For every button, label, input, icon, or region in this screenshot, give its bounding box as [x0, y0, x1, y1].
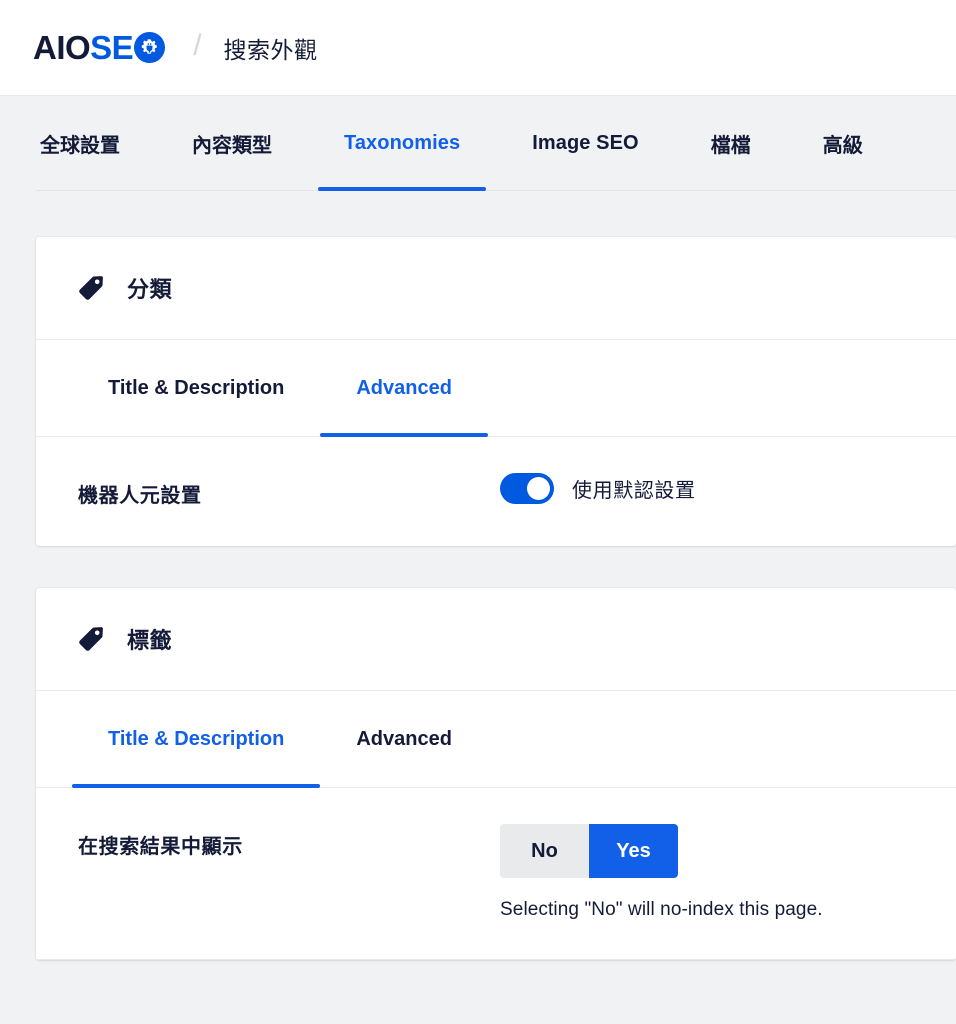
card-tab-label: Title & Description	[108, 376, 285, 399]
settings-content: 分類 Title & Description Advanced 機器人元設置 使…	[0, 191, 956, 960]
card-tags: 標籤 Title & Description Advanced 在搜索結果中顯示…	[36, 588, 956, 960]
tab-label: Taxonomies	[344, 132, 461, 154]
tab-archives[interactable]: 檔檔	[707, 96, 755, 191]
logo-text-aio: AIO	[33, 29, 91, 66]
setting-row-show-in-search-results: 在搜索結果中顯示 No Yes Selecting "No" will no-i…	[36, 788, 956, 959]
segment-label: No	[531, 839, 558, 862]
tab-label: 高級	[822, 135, 863, 157]
card-tab-advanced[interactable]: Advanced	[320, 340, 488, 437]
tab-global-settings[interactable]: 全球設置	[36, 96, 124, 191]
tag-icon	[78, 275, 104, 301]
setting-control: No Yes Selecting "No" will no-index this…	[500, 824, 914, 921]
card-title: 分類	[127, 277, 173, 302]
tag-icon	[78, 626, 104, 652]
segment-no[interactable]: No	[500, 824, 589, 878]
logo-text: AIO SE	[33, 29, 166, 66]
help-text: Selecting "No" will no-index this page.	[500, 899, 823, 920]
tab-label: 內容類型	[192, 135, 272, 157]
gear-plug-icon	[134, 32, 166, 63]
segment-label: Yes	[616, 839, 651, 862]
setting-label: 在搜索結果中顯示	[78, 836, 243, 858]
card-tab-label: Advanced	[356, 376, 452, 399]
card-tab-label: Title & Description	[108, 727, 285, 750]
setting-control: 使用默認設置	[500, 473, 914, 504]
toggle-label: 使用默認設置	[572, 480, 696, 502]
tab-content-types[interactable]: 內容類型	[188, 96, 276, 191]
app-header: AIO SE / 搜索外觀	[0, 0, 956, 96]
tab-label: Image SEO	[532, 132, 639, 154]
show-in-search-results-segmented: No Yes	[500, 824, 678, 878]
card-tabbar: Title & Description Advanced	[36, 691, 956, 788]
card-header: 分類	[36, 237, 956, 340]
card-tab-title-description[interactable]: Title & Description	[72, 340, 320, 436]
main-tabbar: 全球設置 內容類型 Taxonomies Image SEO 檔檔 高級	[0, 96, 956, 191]
toggle-knob	[527, 477, 550, 500]
tab-advanced[interactable]: 高級	[819, 96, 867, 191]
row-divider	[36, 959, 956, 960]
use-default-settings-toggle[interactable]	[500, 473, 554, 504]
tab-taxonomies[interactable]: Taxonomies	[317, 96, 487, 191]
tab-label: 全球設置	[40, 135, 120, 157]
card-categories: 分類 Title & Description Advanced 機器人元設置 使…	[36, 237, 956, 546]
aioseo-logo[interactable]: AIO SE	[33, 27, 166, 69]
card-title: 標籤	[127, 628, 173, 653]
tab-image-seo[interactable]: Image SEO	[528, 96, 643, 191]
breadcrumb-title: 搜索外觀	[223, 36, 318, 63]
setting-label: 機器人元設置	[78, 485, 202, 507]
card-tab-title-description[interactable]: Title & Description	[72, 691, 321, 788]
breadcrumb-separator: /	[193, 28, 202, 62]
segment-yes[interactable]: Yes	[589, 824, 678, 878]
toggle-line: 使用默認設置	[500, 473, 914, 504]
tab-label: 檔檔	[710, 135, 751, 157]
card-tab-label: Advanced	[356, 727, 452, 750]
card-header: 標籤	[36, 588, 956, 691]
card-tabbar: Title & Description Advanced	[36, 340, 956, 437]
card-tab-advanced[interactable]: Advanced	[320, 691, 488, 787]
setting-row-robots-meta: 機器人元設置 使用默認設置	[36, 437, 956, 546]
logo-text-seo: SE	[90, 29, 134, 66]
